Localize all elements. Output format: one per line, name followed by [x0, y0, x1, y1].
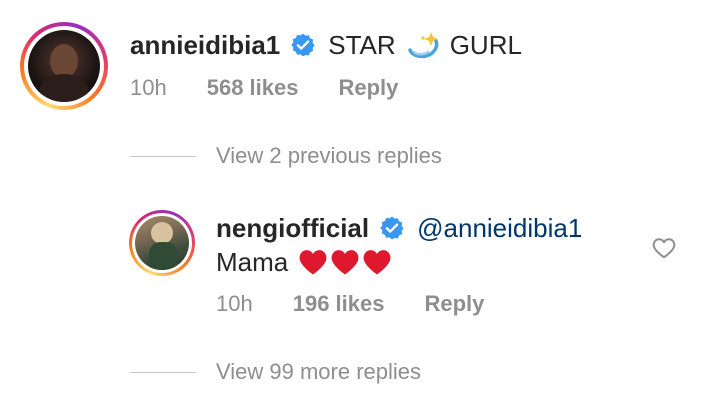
- view-more-replies-button[interactable]: View 99 more replies: [216, 359, 421, 385]
- reply-text: Mama: [216, 246, 289, 277]
- divider-line: [130, 156, 196, 157]
- comment-line: annieidibia1 STAR GURL: [130, 28, 522, 62]
- comments-thread: annieidibia1 STAR GURL 10h 568 likes Rep…: [0, 0, 720, 402]
- reply-mention-link[interactable]: @annieidibia1: [417, 213, 582, 244]
- avatar-annieidibia1[interactable]: [20, 22, 108, 110]
- comment-reply-button[interactable]: Reply: [338, 75, 398, 101]
- dizzy-sparkle-icon: [406, 30, 440, 60]
- avatar-image: [28, 30, 100, 102]
- red-heart-icon: [299, 250, 327, 275]
- reply-text-line: Mama: [216, 245, 392, 279]
- comment-time: 10h: [130, 75, 167, 100]
- reply-time: 10h: [216, 291, 253, 316]
- like-heart-icon[interactable]: [650, 234, 678, 262]
- hearts-group: [298, 248, 392, 276]
- reply-likes[interactable]: 196 likes: [293, 291, 385, 317]
- comment-text-part1: STAR: [328, 29, 396, 60]
- comment-meta: 10h 568 likes Reply: [130, 74, 398, 102]
- avatar-nengiofficial[interactable]: [129, 210, 195, 276]
- reply-reply-button[interactable]: Reply: [424, 291, 484, 317]
- reply-line: nengiofficial @annieidibia1: [216, 211, 582, 245]
- comment-likes[interactable]: 568 likes: [207, 75, 299, 101]
- verified-badge-icon: [379, 215, 405, 241]
- view-previous-replies-button[interactable]: View 2 previous replies: [216, 143, 442, 169]
- avatar-image: [135, 216, 189, 270]
- red-heart-icon: [363, 250, 391, 275]
- red-heart-icon: [331, 250, 359, 275]
- reply-meta: 10h 196 likes Reply: [216, 290, 484, 318]
- comment-username[interactable]: annieidibia1: [130, 30, 280, 61]
- divider-line: [130, 372, 196, 373]
- reply-username[interactable]: nengiofficial: [216, 213, 369, 244]
- comment-text-part2: GURL: [449, 29, 522, 60]
- verified-badge-icon: [290, 32, 316, 58]
